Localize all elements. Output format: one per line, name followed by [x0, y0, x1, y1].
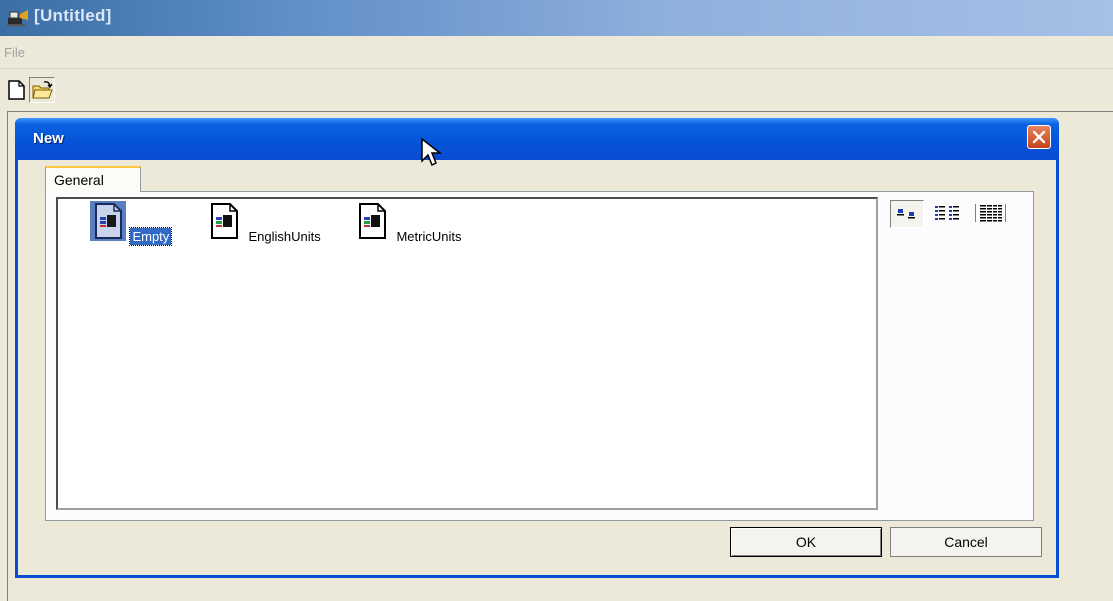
details-view-button[interactable]: [974, 200, 1008, 228]
tab-general[interactable]: General: [45, 166, 141, 192]
list-view-icon: [935, 206, 959, 220]
app-title-bar: [Untitled]: [0, 0, 1113, 36]
dialog-title: New: [33, 130, 64, 147]
template-list[interactable]: Empty EnglishUnits MetricUnits: [56, 197, 878, 510]
open-folder-icon: [32, 81, 53, 99]
document-template-icon: [359, 203, 386, 239]
list-item-label: EnglishUnits: [248, 229, 321, 244]
app-title: [Untitled]: [34, 6, 112, 25]
list-item-empty[interactable]: Empty: [90, 201, 173, 246]
list-item-label: Empty: [129, 227, 173, 246]
document-template-icon: [211, 203, 238, 239]
mouse-pointer-icon: [421, 137, 443, 167]
list-item-label: MetricUnits: [396, 229, 462, 244]
list-item-metricunits[interactable]: MetricUnits: [354, 201, 463, 246]
new-document-icon: [8, 80, 25, 100]
toolbar: [0, 69, 1113, 109]
dialog-title-bar[interactable]: New: [15, 118, 1059, 167]
tab-general-label: General: [54, 172, 104, 188]
details-view-icon: [975, 204, 1006, 222]
list-item-englishunits[interactable]: EnglishUnits: [206, 201, 323, 246]
large-icons-view-icon: [897, 209, 915, 219]
cancel-button[interactable]: Cancel: [890, 527, 1042, 557]
close-icon: [1032, 130, 1046, 144]
open-button[interactable]: [29, 77, 55, 103]
menu-file[interactable]: File: [4, 45, 25, 60]
new-dialog: New General Empty EnglishUnits MetricUni…: [15, 118, 1059, 578]
large-icons-view-button[interactable]: [890, 200, 924, 228]
view-mode-toolbar: [890, 200, 1010, 228]
dialog-close-button[interactable]: [1027, 125, 1051, 149]
menu-bar: File: [0, 36, 1113, 69]
new-document-button[interactable]: [3, 77, 29, 103]
app-logo-icon: [7, 10, 28, 26]
document-template-icon: [90, 201, 126, 241]
ok-button[interactable]: OK: [730, 527, 882, 557]
list-view-button[interactable]: [932, 200, 966, 228]
